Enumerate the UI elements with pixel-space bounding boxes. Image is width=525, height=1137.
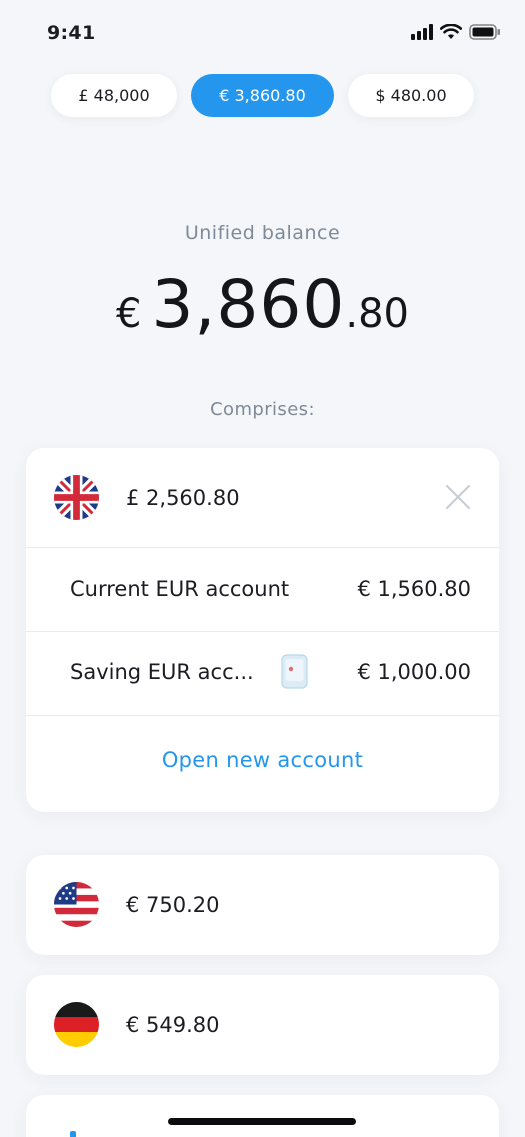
currency-tab-eur[interactable]: € 3,860.80 (191, 74, 334, 117)
open-new-account-link[interactable]: Open new account (26, 748, 499, 772)
uk-flag-icon (54, 475, 99, 520)
saving-eur-account-name[interactable]: Saving EUR acc... (70, 660, 254, 684)
balance-integer: 3,860 (151, 266, 346, 343)
balance-decimal: .80 (345, 291, 410, 337)
unified-balance-amount: €3,860.80 (0, 266, 525, 343)
battery-icon (469, 24, 501, 44)
cellular-signal-icon (411, 24, 433, 44)
current-eur-account-name[interactable]: Current EUR account (70, 577, 289, 601)
us-card-amount: € 750.20 (126, 893, 220, 917)
germany-balance-card[interactable]: € 549.80 (26, 975, 499, 1075)
current-eur-account-amount: € 1,560.80 (357, 577, 471, 601)
uk-balance-card: £ 2,560.80 Current EUR account € 1,560.8… (26, 448, 499, 812)
germany-card-amount: € 549.80 (126, 1013, 220, 1037)
uk-card-amount[interactable]: £ 2,560.80 (126, 486, 240, 510)
currency-tab-gbp[interactable]: £ 48,000 (51, 74, 177, 117)
flag-partial-icon (70, 1131, 76, 1137)
close-icon[interactable] (445, 484, 471, 510)
divider (26, 547, 499, 548)
divider (26, 715, 499, 716)
saving-eur-account-amount: € 1,000.00 (357, 660, 471, 684)
status-time: 9:41 (47, 22, 96, 44)
divider (26, 631, 499, 632)
status-bar: 9:41 (0, 0, 525, 70)
us-balance-card[interactable]: € 750.20 (26, 855, 499, 955)
status-icons (411, 23, 501, 44)
savings-card-icon (281, 654, 308, 689)
unified-balance-label: Unified balance (184, 222, 341, 244)
balance-currency-symbol: € (115, 291, 142, 337)
us-flag-icon (54, 882, 99, 927)
germany-flag-icon (54, 1002, 99, 1047)
currency-tabs: £ 48,000 € 3,860.80 $ 480.00 (0, 74, 525, 118)
next-balance-card[interactable] (26, 1095, 499, 1137)
comprises-label: Comprises: (210, 399, 315, 420)
wifi-icon (439, 23, 463, 44)
currency-tab-usd[interactable]: $ 480.00 (348, 74, 474, 117)
home-indicator[interactable] (168, 1118, 356, 1125)
